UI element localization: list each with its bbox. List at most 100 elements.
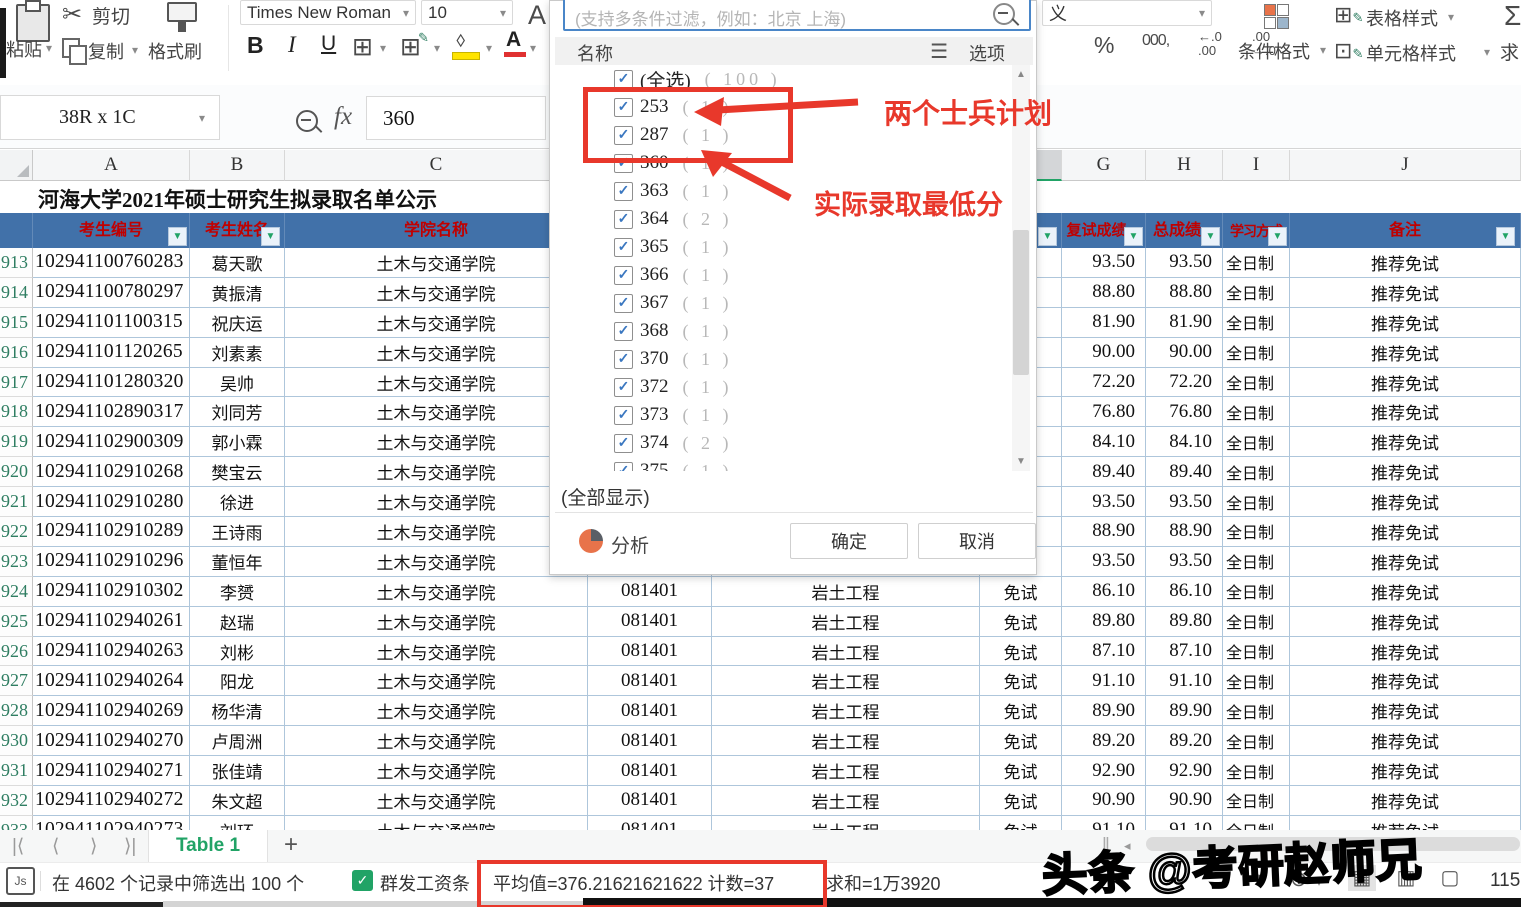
checkbox-checked-icon[interactable]: ✓ <box>614 210 633 229</box>
cell-exam-no[interactable]: 102941102910280 <box>33 487 190 517</box>
first-sheet-icon[interactable]: |⟨ <box>12 835 24 858</box>
row-number[interactable]: 932 <box>0 786 33 816</box>
filter-button-study-mode[interactable]: ▼ <box>1268 227 1287 246</box>
merge-caret[interactable]: ▾ <box>434 41 440 55</box>
cell-exam-no[interactable]: 102941102940261 <box>33 607 190 637</box>
cell-exam-no[interactable]: 102941101280320 <box>33 368 190 398</box>
checkbox-checked-icon[interactable]: ✓ <box>614 322 633 341</box>
cell-college[interactable]: 土木与交通学院 <box>285 278 588 308</box>
cell-study-mode[interactable]: 全日制 <box>1223 517 1290 547</box>
cell-major-name[interactable]: 岩土工程 <box>712 786 980 816</box>
cell-remark[interactable]: 推荐免试 <box>1290 308 1521 338</box>
cell-exam-no[interactable]: 102941101120265 <box>33 338 190 368</box>
cell-remark[interactable]: 推荐免试 <box>1290 577 1521 607</box>
cell-college[interactable]: 土木与交通学院 <box>285 517 588 547</box>
cell-remark[interactable]: 推荐免试 <box>1290 248 1521 278</box>
cell-remark[interactable]: 推荐免试 <box>1290 756 1521 786</box>
cell-major-name[interactable]: 岩土工程 <box>712 607 980 637</box>
row-number[interactable]: 919 <box>0 427 33 457</box>
cell-initial-score[interactable]: 免试 <box>980 607 1062 637</box>
comma-style-button[interactable]: 000, <box>1142 32 1169 50</box>
cell-retest-score[interactable]: 88.80 <box>1062 278 1146 308</box>
row-number[interactable]: 923 <box>0 547 33 577</box>
number-format-select[interactable]: 义 ▾ <box>1042 0 1212 26</box>
cell-exam-no[interactable]: 102941102910302 <box>33 577 190 607</box>
cell-total-score[interactable]: 88.80 <box>1146 278 1223 308</box>
autosum-icon[interactable]: Σ <box>1504 0 1521 32</box>
cell-name[interactable]: 祝庆运 <box>190 308 285 338</box>
cell-total-score[interactable]: 93.50 <box>1146 547 1223 577</box>
cell-remark[interactable]: 推荐免试 <box>1290 607 1521 637</box>
checkbox-checked-icon[interactable]: ✓ <box>614 378 633 397</box>
row-number[interactable]: 928 <box>0 696 33 726</box>
cell-exam-no[interactable]: 102941102910296 <box>33 547 190 577</box>
next-sheet-icon[interactable]: ⟩ <box>90 835 97 858</box>
cell-initial-score[interactable]: 免试 <box>980 666 1062 696</box>
cell-retest-score[interactable]: 81.90 <box>1062 308 1146 338</box>
cell-retest-score[interactable]: 91.10 <box>1062 666 1146 696</box>
conditional-format-button[interactable]: 条件格式 <box>1238 38 1310 64</box>
cell-name[interactable]: 李赟 <box>190 577 285 607</box>
cell-retest-score[interactable]: 72.20 <box>1062 368 1146 398</box>
column-letter-B[interactable]: B <box>190 150 285 181</box>
filter-value-item[interactable]: ✓ 368 ( 1 ) <box>555 317 1033 345</box>
cell-college[interactable]: 土木与交通学院 <box>285 756 588 786</box>
row-number[interactable]: 913 <box>0 248 33 278</box>
cell-total-score[interactable]: 93.50 <box>1146 487 1223 517</box>
cell-name[interactable]: 赵瑞 <box>190 607 285 637</box>
cell-name[interactable]: 刘彬 <box>190 637 285 667</box>
cell-initial-score[interactable]: 免试 <box>980 577 1062 607</box>
cell-retest-score[interactable]: 93.50 <box>1062 487 1146 517</box>
formula-input[interactable]: 360 <box>366 96 546 140</box>
column-letter-I[interactable]: I <box>1223 150 1290 181</box>
cell-exam-no[interactable]: 102941101100315 <box>33 308 190 338</box>
cell-college[interactable]: 土木与交通学院 <box>285 696 588 726</box>
cell-remark[interactable]: 推荐免试 <box>1290 517 1521 547</box>
cell-retest-score[interactable]: 89.40 <box>1062 457 1146 487</box>
cell-total-score[interactable]: 81.90 <box>1146 308 1223 338</box>
cell-total-score[interactable]: 89.90 <box>1146 696 1223 726</box>
cell-initial-score[interactable]: 免试 <box>980 637 1062 667</box>
filter-button-total-score[interactable]: ▼ <box>1201 227 1220 246</box>
cell-major-name[interactable]: 岩土工程 <box>712 696 980 726</box>
row-number[interactable]: 926 <box>0 637 33 667</box>
cell-retest-score[interactable]: 86.10 <box>1062 577 1146 607</box>
font-color-caret[interactable]: ▾ <box>530 41 536 55</box>
cell-exam-no[interactable]: 102941102940269 <box>33 696 190 726</box>
paste-dropdown-caret[interactable]: ▾ <box>46 41 52 55</box>
copy-dropdown-caret[interactable]: ▾ <box>132 43 138 57</box>
last-sheet-icon[interactable]: ⟩| <box>124 835 136 858</box>
scrollbar-thumb[interactable] <box>1013 230 1029 375</box>
cell-total-score[interactable]: 89.40 <box>1146 457 1223 487</box>
cell-exam-no[interactable]: 102941102940263 <box>33 637 190 667</box>
cell-remark[interactable]: 推荐免试 <box>1290 547 1521 577</box>
cell-initial-score[interactable]: 免试 <box>980 726 1062 756</box>
show-all-link[interactable]: (全部显示) <box>561 483 650 510</box>
row-number[interactable]: 915 <box>0 308 33 338</box>
ok-button[interactable]: 确定 <box>790 523 908 559</box>
cell-retest-score[interactable]: 90.90 <box>1062 786 1146 816</box>
filter-value-item[interactable]: ✓ 370 ( 1 ) <box>555 345 1033 373</box>
cell-total-score[interactable]: 72.20 <box>1146 368 1223 398</box>
increase-decimal-button[interactable]: ←.0 .00 <box>1198 30 1242 58</box>
cell-college[interactable]: 土木与交通学院 <box>285 368 588 398</box>
font-size-select[interactable]: 10 ▾ <box>421 0 513 25</box>
cell-initial-score[interactable]: 免试 <box>980 756 1062 786</box>
cell-study-mode[interactable]: 全日制 <box>1223 308 1290 338</box>
row-number[interactable]: 921 <box>0 487 33 517</box>
cell-name[interactable]: 阳龙 <box>190 666 285 696</box>
analyze-button[interactable]: 分析 <box>611 531 649 558</box>
table-style-button[interactable]: 表格样式 <box>1366 5 1438 31</box>
column-letter-C[interactable]: C <box>285 150 588 181</box>
cell-retest-score[interactable]: 76.80 <box>1062 397 1146 427</box>
cell-exam-no[interactable]: 102941102940271 <box>33 756 190 786</box>
cell-name[interactable]: 朱文超 <box>190 786 285 816</box>
row-number[interactable]: 916 <box>0 338 33 368</box>
cell-remark[interactable]: 推荐免试 <box>1290 637 1521 667</box>
cell-retest-score[interactable]: 93.50 <box>1062 248 1146 278</box>
filter-value-item[interactable]: ✓ 375 ( 1 ) <box>555 457 1033 471</box>
checkbox-checked-icon[interactable]: ✓ <box>614 406 633 425</box>
row-number[interactable]: 930 <box>0 726 33 756</box>
cell-exam-no[interactable]: 102941100760283 <box>33 248 190 278</box>
cell-college[interactable]: 土木与交通学院 <box>285 308 588 338</box>
